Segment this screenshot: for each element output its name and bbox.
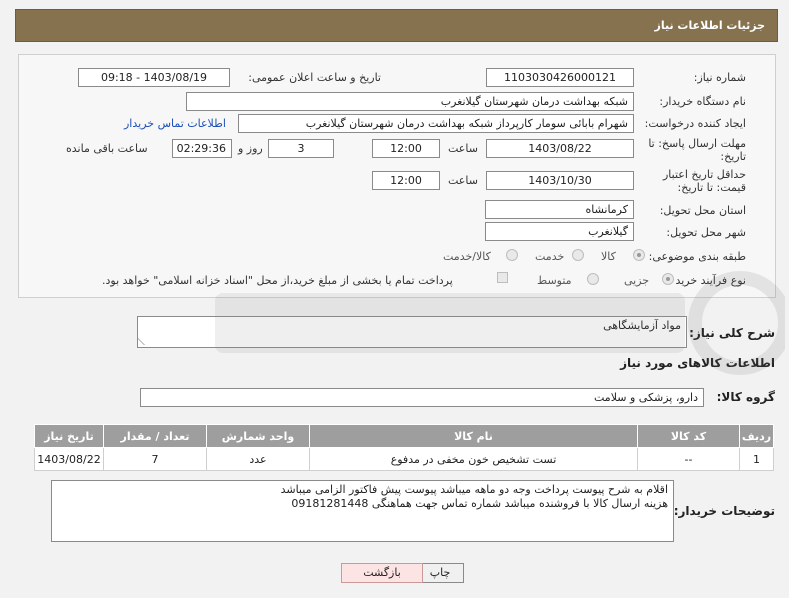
back-button[interactable]: بازگشت [341, 563, 423, 583]
cell-date: 1403/08/22 [34, 447, 104, 471]
description-label: شرح کلی نیاز: [689, 326, 775, 340]
reply-time-label: ساعت [448, 142, 478, 155]
city-label: شهر محل تحویل: [666, 226, 746, 239]
city-field[interactable]: گیلانغرب [485, 222, 634, 241]
treasury-checkbox[interactable] [497, 272, 508, 283]
buyer-notes-textarea[interactable]: اقلام به شرح پیوست پرداخت وجه دو ماهه می… [51, 480, 674, 542]
remaining-time-field[interactable]: 02:29:36 [172, 139, 232, 158]
buyer-contact-link[interactable]: اطلاعات تماس خریدار [124, 117, 226, 130]
treasury-note: پرداخت تمام یا بخشی از مبلغ خرید،از محل … [102, 274, 453, 287]
province-field[interactable]: کرمانشاه [485, 200, 634, 219]
category-service-label: خدمت [535, 250, 565, 263]
category-goods-label: کالا [601, 250, 616, 263]
col-qty-header: تعداد / مقدار [103, 424, 207, 448]
buyer-notes-line1: اقلام به شرح پیوست پرداخت وجه دو ماهه می… [280, 483, 668, 496]
days-label: روز و [238, 142, 263, 155]
cell-code: -- [637, 447, 740, 471]
col-date-header: تاریخ نیاز [34, 424, 104, 448]
description-text: مواد آزمایشگاهی [603, 319, 681, 332]
province-label: استان محل تحویل: [659, 204, 746, 217]
print-button[interactable]: چاپ [416, 563, 464, 583]
col-unit-header: واحد شمارش [206, 424, 310, 448]
category-goods-radio[interactable] [633, 249, 645, 261]
purchase-medium-label: متوسط [537, 274, 572, 287]
cell-qty: 7 [103, 447, 207, 471]
price-validity-label: حداقل تاریخ اعتبار قیمت: تا تاریخ: [662, 168, 746, 194]
description-textarea[interactable]: مواد آزمایشگاهی [137, 316, 687, 348]
remaining-days-field[interactable]: 3 [268, 139, 334, 158]
purchase-minor-label: جزیی [624, 274, 650, 287]
table-header-row: ردیف کد کالا نام کالا واحد شمارش تعداد /… [34, 424, 774, 448]
need-number-field[interactable]: 1103030426000121 [486, 68, 634, 87]
reply-deadline-label: مهلت ارسال پاسخ: تا تاریخ: [648, 137, 746, 163]
col-name-header: نام کالا [309, 424, 638, 448]
cell-unit: عدد [206, 447, 310, 471]
creator-label: ایجاد کننده درخواست: [644, 117, 746, 130]
buyer-notes-line2: هزینه ارسال کالا با فروشنده میباشد شماره… [291, 497, 668, 510]
col-row-header: ردیف [739, 424, 774, 448]
reply-time-field[interactable]: 12:00 [372, 139, 440, 158]
cell-name: تست تشخیص خون مخفی در مدفوع [309, 447, 638, 471]
col-code-header: کد کالا [637, 424, 740, 448]
reply-date-field[interactable]: 1403/08/22 [486, 139, 634, 158]
purchase-type-label: نوع فرآیند خرید : [668, 274, 746, 287]
goods-group-field[interactable]: دارو، پزشکی و سلامت [140, 388, 704, 407]
category-goods-service-label: کالا/خدمت [443, 250, 491, 263]
category-goods-service-radio[interactable] [506, 249, 518, 261]
page-header: جزئیات اطلاعات نیاز [15, 9, 778, 42]
items-table: ردیف کد کالا نام کالا واحد شمارش تعداد /… [34, 424, 774, 471]
remaining-label: ساعت باقی مانده [66, 142, 148, 155]
buyer-org-label: نام دستگاه خریدار: [659, 95, 746, 108]
page-title: جزئیات اطلاعات نیاز [654, 19, 766, 32]
purchase-medium-radio[interactable] [587, 273, 599, 285]
price-time-label: ساعت [448, 174, 478, 187]
category-label: طبقه بندی موضوعی: [648, 250, 746, 263]
purchase-minor-radio[interactable] [662, 273, 674, 285]
goods-section-title: اطلاعات کالاهای مورد نیاز [620, 356, 775, 370]
creator-field[interactable]: شهرام بابائی سومار کارپرداز شبکه بهداشت … [238, 114, 634, 133]
category-service-radio[interactable] [572, 249, 584, 261]
resize-grip-icon[interactable] [138, 337, 152, 345]
announce-label: تاریخ و ساعت اعلان عمومی: [248, 71, 381, 84]
need-number-label: شماره نیاز: [693, 71, 746, 84]
table-row[interactable]: 1 -- تست تشخیص خون مخفی در مدفوع عدد 7 1… [34, 447, 774, 471]
price-validity-time-field[interactable]: 12:00 [372, 171, 440, 190]
announce-datetime-field[interactable]: 1403/08/19 - 09:18 [78, 68, 230, 87]
price-validity-date-field[interactable]: 1403/10/30 [486, 171, 634, 190]
buyer-notes-label: توضیحات خریدار: [673, 504, 775, 518]
buyer-org-field[interactable]: شبکه بهداشت درمان شهرستان گیلانغرب [186, 92, 634, 111]
goods-group-label: گروه کالا: [716, 390, 775, 404]
cell-row: 1 [739, 447, 774, 471]
